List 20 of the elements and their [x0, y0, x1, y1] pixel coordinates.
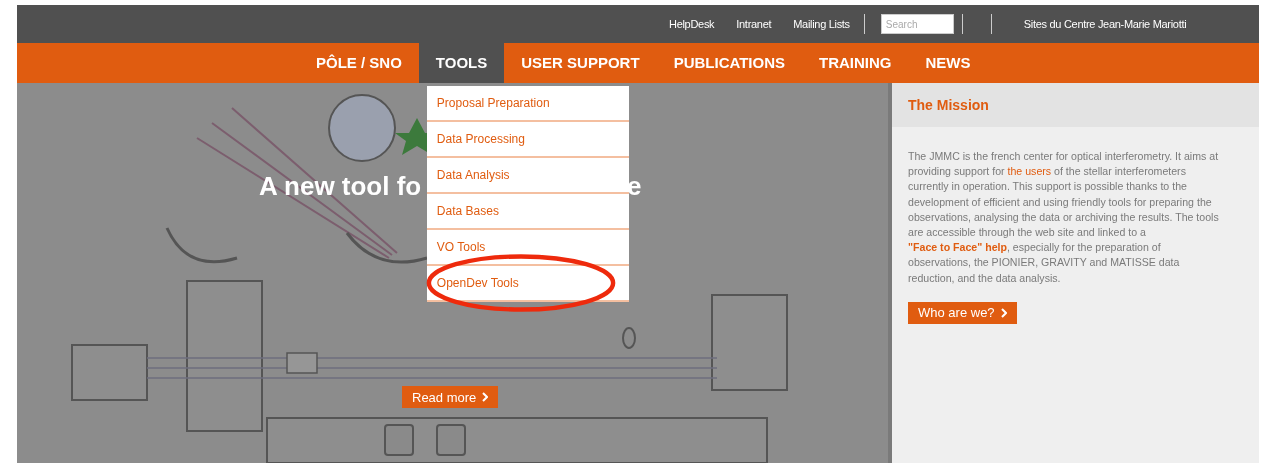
- sidebar-title: The Mission: [908, 97, 989, 113]
- search-field[interactable]: Search: [880, 14, 954, 34]
- text-link[interactable]: the users: [1007, 165, 1052, 178]
- hero-title: A new tool fo: [259, 171, 422, 202]
- nav-tab[interactable]: USER SUPPORT: [504, 43, 657, 83]
- nav-tab[interactable]: TRAINING: [802, 43, 909, 83]
- read-more-button[interactable]: Read more: [402, 386, 499, 408]
- who-are-we-button[interactable]: Who are we?: [908, 301, 1017, 324]
- nav-tab[interactable]: PUBLICATIONS: [656, 43, 802, 83]
- mission-paragraph: The JMMC is the french center for optical interferometry. It aims at providing support for the users of the stellar interferometers currently in operation. This support is possible thanks to the development of efficient and using friendly tools for preparing the observations, analysing the data or archiving the results. The tools are accessible through the web site and linked to a "Face to Face" help, especially for the preparation of observations, the PIONIER, GRAVITY and MATISSE data reduction, and the data analysis.: [908, 149, 1220, 286]
- nav-tab[interactable]: PÔLE / SNO: [299, 43, 419, 83]
- nav-tab[interactable]: TOOLS: [418, 43, 505, 83]
- nav-tab[interactable]: NEWS: [908, 43, 988, 83]
- top-link[interactable]: HelpDesk: [669, 18, 715, 30]
- text-link[interactable]: "Face to Face" help: [908, 241, 1007, 254]
- chevron-icon: [1000, 307, 1007, 318]
- site-link[interactable]: Sites du Centre Jean-Marie Mariotti: [1023, 18, 1187, 30]
- top-link[interactable]: Intranet: [736, 18, 772, 30]
- top-link[interactable]: Mailing Lists: [793, 18, 850, 30]
- chevron-icon: [482, 392, 489, 402]
